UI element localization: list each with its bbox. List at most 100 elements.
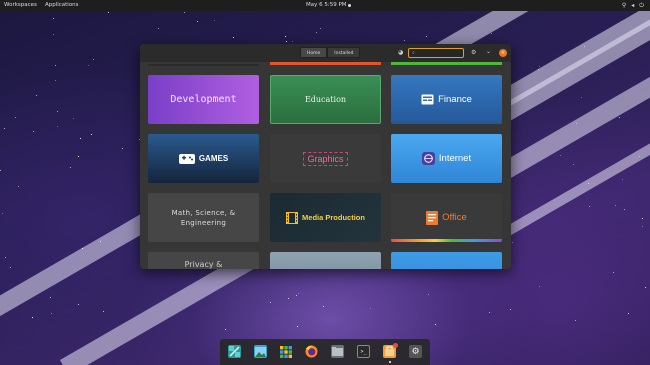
category-label: Office (442, 212, 467, 223)
category-label: Math, Science, & Engineering (171, 208, 236, 227)
star (581, 97, 582, 98)
star (50, 297, 51, 298)
star (489, 312, 490, 313)
star (538, 69, 539, 70)
star (2, 213, 3, 214)
star (286, 41, 287, 42)
network-icon[interactable]: ⚲ (622, 0, 626, 11)
star (589, 206, 590, 207)
category-math-science-engineering[interactable]: Math, Science, & Engineering (148, 193, 259, 242)
star (645, 287, 646, 288)
star (91, 134, 92, 135)
star (32, 317, 33, 318)
star (93, 59, 94, 60)
category-label: GAMES (198, 154, 229, 163)
star (539, 286, 540, 287)
tab-installed[interactable]: Installed (327, 47, 361, 58)
star (510, 309, 511, 310)
close-button[interactable]: × (499, 49, 507, 57)
system-tray[interactable]: ⚲ ◂ ⏻ (622, 0, 644, 11)
star (80, 138, 81, 139)
star (100, 241, 101, 242)
star (55, 65, 56, 66)
category-education[interactable]: Education (270, 75, 381, 124)
files-icon[interactable] (331, 345, 344, 358)
finance-icon (421, 94, 434, 105)
category-games[interactable]: GAMES (148, 134, 259, 183)
category-label: Finance (438, 94, 472, 105)
star (225, 329, 226, 330)
star (560, 155, 561, 156)
category-label: Graphics (303, 151, 348, 166)
star (297, 326, 298, 327)
globe-icon (421, 152, 435, 165)
workspaces-button[interactable]: Workspaces (0, 0, 41, 11)
star (4, 128, 5, 129)
star (628, 313, 629, 314)
app-launcher-icon[interactable] (228, 345, 241, 358)
star (122, 148, 123, 149)
document-icon (426, 210, 439, 225)
star (57, 126, 58, 127)
category-tile[interactable] (270, 252, 381, 269)
notification-badge (393, 343, 398, 348)
category-label: Education (304, 95, 347, 104)
gamepad-icon (178, 153, 195, 165)
category-internet[interactable]: Internet (391, 134, 502, 183)
power-icon[interactable]: ⏻ (639, 0, 644, 11)
volume-icon[interactable]: ◂ (631, 0, 634, 11)
notification-dot (348, 4, 351, 7)
star (184, 12, 185, 13)
category-development[interactable]: Development (148, 75, 259, 124)
app-center-window: Home Installed ◕ ⌕ ⚙ ⌄ × Development Edu… (140, 44, 511, 269)
category-finance[interactable]: Finance (391, 75, 502, 124)
star (33, 131, 34, 132)
photos-icon[interactable] (254, 345, 267, 358)
terminal-icon[interactable]: >_ (357, 345, 370, 358)
star (5, 257, 6, 258)
category-graphics[interactable]: Graphics (270, 134, 381, 183)
star (10, 267, 11, 268)
tile-edge (148, 64, 259, 66)
star (15, 117, 16, 118)
office-color-strip (391, 239, 502, 242)
star (404, 40, 405, 41)
star (642, 226, 643, 227)
search-input[interactable]: ⌕ (408, 48, 464, 58)
star (288, 298, 289, 299)
star (108, 12, 109, 13)
category-office[interactable]: Office (391, 193, 502, 242)
star (53, 34, 54, 35)
star (539, 66, 540, 67)
settings-icon[interactable]: ⚙ (409, 345, 422, 358)
star (0, 170, 1, 171)
category-media-production[interactable]: Media Production (270, 193, 381, 242)
firefox-icon[interactable] (305, 345, 318, 358)
film-icon (286, 211, 299, 224)
star (323, 306, 324, 307)
star (82, 248, 83, 249)
star (320, 28, 321, 29)
star (51, 313, 52, 314)
tab-home[interactable]: Home (300, 47, 328, 58)
star (53, 18, 54, 19)
applications-button[interactable]: Applications (41, 0, 83, 11)
star (642, 218, 643, 219)
category-privacy[interactable]: Privacy & (148, 252, 259, 269)
star (78, 304, 79, 305)
minimize-icon[interactable]: ⌄ (486, 48, 491, 56)
star (298, 293, 299, 294)
dock: >_ ⚙ (220, 339, 430, 365)
updates-icon[interactable]: ◕ (398, 49, 403, 57)
gear-icon[interactable]: ⚙ (471, 49, 476, 57)
star (78, 156, 79, 157)
star (233, 37, 234, 38)
star (622, 179, 623, 180)
app-center-icon[interactable] (383, 343, 398, 358)
category-tile[interactable] (391, 252, 502, 269)
star (512, 242, 513, 243)
star (575, 320, 576, 321)
clock[interactable]: May 6 5:59 PM (306, 0, 347, 11)
star (292, 41, 293, 42)
app-grid-icon[interactable] (279, 345, 292, 358)
